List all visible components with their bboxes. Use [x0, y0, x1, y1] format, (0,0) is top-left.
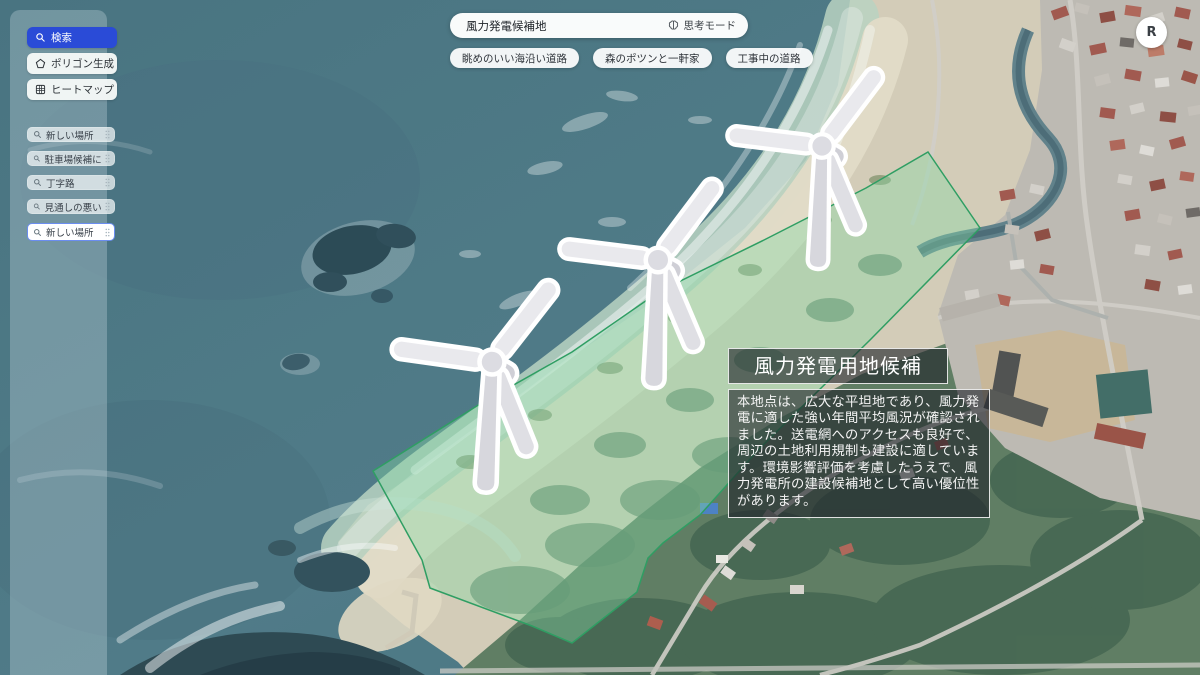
- saved-search-item-1[interactable]: 新しい場所: [27, 127, 115, 142]
- pentagon-icon: [35, 58, 46, 69]
- user-avatar[interactable]: R: [1136, 17, 1167, 48]
- search-icon: [33, 154, 41, 163]
- info-panel-title: 風力発電用地候補: [728, 348, 948, 384]
- saved-search-item-4[interactable]: 見通しの悪い...: [27, 199, 115, 214]
- thinking-mode-label: 思考モード: [684, 18, 737, 33]
- saved-search-item-5[interactable]: 新しい場所: [27, 223, 115, 241]
- sidebar-tool-polygon[interactable]: ポリゴン生成: [27, 53, 117, 74]
- saved-search-label: 丁字路: [46, 176, 75, 190]
- site-info-panel: 風力発電用地候補 本地点は、広大な平坦地であり、風力発電に適した強い年間平均風況…: [728, 348, 990, 518]
- drag-handle-icon[interactable]: [105, 130, 110, 139]
- tool-label: ポリゴン生成: [51, 56, 114, 71]
- thinking-mode-toggle[interactable]: 思考モード: [667, 18, 749, 33]
- saved-search-list: 新しい場所 駐車場候補に... 丁字路 見通しの悪い...: [27, 127, 117, 241]
- thinking-mode-icon: [667, 19, 680, 32]
- saved-search-label: 見通しの悪い...: [45, 200, 101, 214]
- info-panel-body: 本地点は、広大な平坦地であり、風力発電に適した強い年間平均風況が確認されました。…: [728, 389, 990, 518]
- search-icon: [33, 228, 42, 237]
- search-input[interactable]: [450, 19, 667, 33]
- suggestion-chips: 眺めのいい海沿い道路 森のポツンと一軒家 工事中の道路: [450, 48, 813, 68]
- search-icon: [35, 32, 46, 43]
- heatmap-grid-icon: [35, 84, 46, 95]
- suggestion-chip-2[interactable]: 森のポツンと一軒家: [593, 48, 712, 68]
- drag-handle-icon[interactable]: [105, 202, 110, 211]
- search-bar: 思考モード: [450, 13, 748, 38]
- search-icon: [33, 130, 42, 139]
- saved-search-item-3[interactable]: 丁字路: [27, 175, 115, 190]
- sidebar-tool-search[interactable]: 検索: [27, 27, 117, 48]
- suggestion-chip-1[interactable]: 眺めのいい海沿い道路: [450, 48, 579, 68]
- drag-handle-icon[interactable]: [105, 154, 110, 163]
- sidebar-tool-heatmap[interactable]: ヒートマップ: [27, 79, 117, 100]
- suggestion-chip-3[interactable]: 工事中の道路: [726, 48, 813, 68]
- search-icon: [33, 178, 42, 187]
- app-window: 検索 ポリゴン生成 ヒートマップ 新しい場所 駐車場候補に...: [0, 0, 1200, 675]
- tool-label: 検索: [51, 30, 72, 45]
- saved-search-label: 新しい場所: [46, 225, 94, 239]
- tool-label: ヒートマップ: [51, 82, 114, 97]
- saved-search-label: 駐車場候補に...: [45, 152, 101, 166]
- saved-search-item-2[interactable]: 駐車場候補に...: [27, 151, 115, 166]
- sidebar: 検索 ポリゴン生成 ヒートマップ 新しい場所 駐車場候補に...: [10, 10, 107, 675]
- saved-search-label: 新しい場所: [46, 128, 94, 142]
- drag-handle-icon[interactable]: [105, 228, 110, 237]
- map-canvas[interactable]: [0, 0, 1200, 675]
- search-icon: [33, 202, 41, 211]
- drag-handle-icon[interactable]: [105, 178, 110, 187]
